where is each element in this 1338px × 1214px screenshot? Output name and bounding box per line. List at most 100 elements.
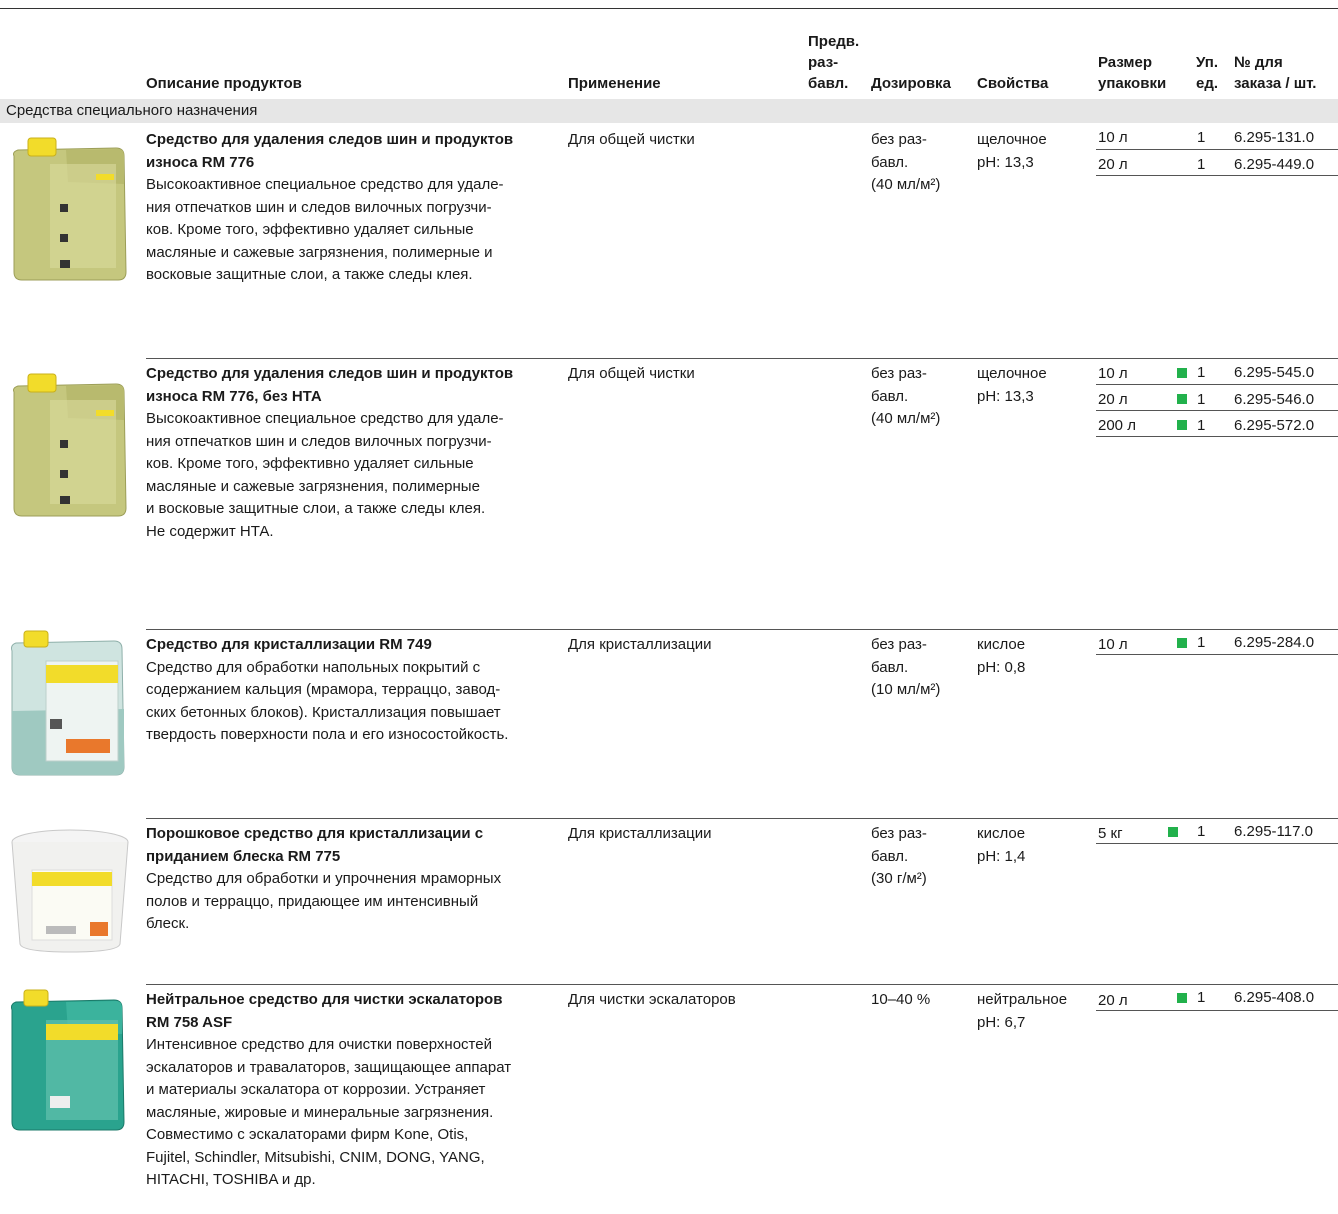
availability-marker [1177,394,1187,404]
pack-size: 10 л [1098,129,1128,146]
pack-row: 10 л 1 6.295-284.0 [1096,629,1338,655]
product-properties: кислое pH: 1,4 [977,823,1087,868]
pack-unit: 1 [1197,634,1206,651]
canister-image [6,986,134,1140]
pack-row: 20 л 1 6.295-449.0 [1096,150,1338,176]
header-unit-line1: Уп. [1196,54,1218,71]
product-title-line1: Средство для кристаллизации RM 749 [146,636,432,653]
pack-table: 10 л 1 6.295-545.0 20 л 1 6.295-546.0 20… [1096,358,1338,437]
product-application: Для кристаллизации [568,825,712,842]
order-number: 6.295-546.0 [1234,391,1315,408]
product-application: Для общей чистки [568,131,695,148]
dosage-line1: без раз- [871,825,927,842]
product-properties: нейтральное pH: 6,7 [977,989,1087,1034]
product-dosage: 10–40 % [871,989,971,1012]
product-text-line: масляные и сажевые загрязнения, полимерн… [146,477,480,495]
section-bar: Средства специального назначения [0,99,1338,123]
properties-ph: pH: 13,3 [977,387,1034,405]
pack-unit: 1 [1197,156,1206,173]
product-text-line: Высокоактивное специальное средство для … [146,410,504,427]
section-title: Средства специального назначения [6,102,258,119]
product-application: Для общей чистки [568,365,695,382]
dosage-line3: (40 мл/м²) [871,410,941,427]
availability-marker [1177,368,1187,378]
product-text-line: Совместимо с эскалаторами фирм Kone, Oti… [146,1126,469,1143]
availability-marker [1177,993,1187,1003]
product-text-line: Средство для обработки и упрочнения мрам… [146,870,502,887]
product-title-line2: износа RM 776, без НТА [146,387,322,405]
product-row: Нейтральное средство для чистки эскалато… [0,984,1338,1214]
header-pack-line1: Размер [1098,54,1153,71]
dosage-line1: без раз- [871,636,927,653]
product-application: Для чистки эскалаторов [568,991,736,1008]
dosage-line3: (40 мл/м²) [871,176,941,193]
product-title-line2: приданием блеска RM 775 [146,847,341,865]
header-predilution-line2: раз- [808,54,839,71]
pack-size: 10 л [1098,365,1128,382]
header-pack-size: Размер упаковки [1098,52,1166,94]
order-number: 6.295-572.0 [1234,417,1315,434]
pack-unit: 1 [1197,989,1206,1006]
product-text-line: Интенсивное средство для очистки поверхн… [146,1036,492,1053]
product-title-line1: Средство для удаления следов шин и проду… [146,131,514,148]
product-text-line: восковые защитные слои, а также следы кл… [146,266,473,283]
product-description: Средство для кристаллизации RM 749 Средс… [146,634,560,747]
product-dosage: без раз- бавл. (10 мл/м²) [871,634,971,702]
properties-type: щелочное [977,365,1047,382]
product-title-line1: Средство для удаления следов шин и проду… [146,365,514,382]
product-text-line: Средство для обработки напольных покрыти… [146,658,481,676]
dosage-line3: (10 мл/м²) [871,681,941,698]
properties-ph: pH: 6,7 [977,1013,1026,1031]
product-text-line: масляные, жировые и минеральные загрязне… [146,1103,494,1121]
pack-row: 20 л 1 6.295-546.0 [1096,385,1338,411]
availability-marker [1177,420,1187,430]
pack-size: 200 л [1098,417,1136,434]
product-title-line2: износа RM 776 [146,153,255,171]
header-order-line1: № для [1234,54,1283,71]
header-unit: Уп. ед. [1196,52,1218,94]
pack-table: 20 л 1 6.295-408.0 [1096,984,1338,1011]
pack-row: 20 л 1 6.295-408.0 [1096,984,1338,1011]
dosage-line2: бавл. [871,153,909,171]
pack-unit: 1 [1197,391,1206,408]
product-title-line1: Порошковое средство для кристаллизации с [146,825,484,842]
order-number: 6.295-408.0 [1234,989,1315,1006]
dosage-line2: бавл. [871,658,909,676]
properties-ph: pH: 1,4 [977,847,1026,865]
order-number: 6.295-117.0 [1234,823,1313,840]
header-application: Применение [568,75,661,92]
product-title-line2: RM 758 ASF [146,1013,233,1031]
properties-ph: pH: 0,8 [977,658,1026,676]
product-application: Для кристаллизации [568,636,712,653]
dosage-line1: без раз- [871,365,927,382]
product-text-line: Fujitel, Schindler, Mitsubishi, CNIM, DO… [146,1148,485,1166]
order-number: 6.295-545.0 [1234,364,1315,381]
pack-table: 5 кг 1 6.295-117.0 [1096,818,1338,844]
product-dosage: без раз- бавл. (30 г/м²) [871,823,971,891]
pack-size: 20 л [1098,391,1128,408]
header-order: № для заказа / шт. [1234,52,1316,94]
product-properties: щелочное pH: 13,3 [977,363,1087,408]
header-predilution-line1: Предв. [808,33,860,50]
product-text-line: ков. Кроме того, эффективно удаляет силь… [146,455,474,472]
pack-row: 10 л 1 6.295-545.0 [1096,358,1338,385]
pack-table: 10 л 1 6.295-131.0 20 л 1 6.295-449.0 [1096,124,1338,176]
dosage-line3: (30 г/м²) [871,870,927,887]
pack-unit: 1 [1197,417,1206,434]
product-text-line: Не содержит НТА. [146,522,274,540]
header-order-line2: заказа / шт. [1234,75,1317,92]
product-text-line: полов и терраццо, придающее им интенсивн… [146,892,479,910]
product-text-line: и материалы эскалатора от коррозии. Устр… [146,1081,486,1098]
order-number: 6.295-449.0 [1234,156,1315,173]
pack-size: 10 л [1098,636,1128,653]
top-rule [0,8,1338,9]
header-description: Описание продуктов [146,75,302,92]
product-text-line: твердость поверхности пола и его износос… [146,726,509,743]
canister-image [6,134,134,288]
product-text-line: и восковые защитные слои, а также следы … [146,500,486,517]
header-predilution-line3: бавл. [808,75,849,92]
product-text-line: масляные и сажевые загрязнения, полимерн… [146,243,493,261]
availability-marker [1168,827,1178,837]
bucket-image [6,826,134,960]
dosage-line1: без раз- [871,131,927,148]
